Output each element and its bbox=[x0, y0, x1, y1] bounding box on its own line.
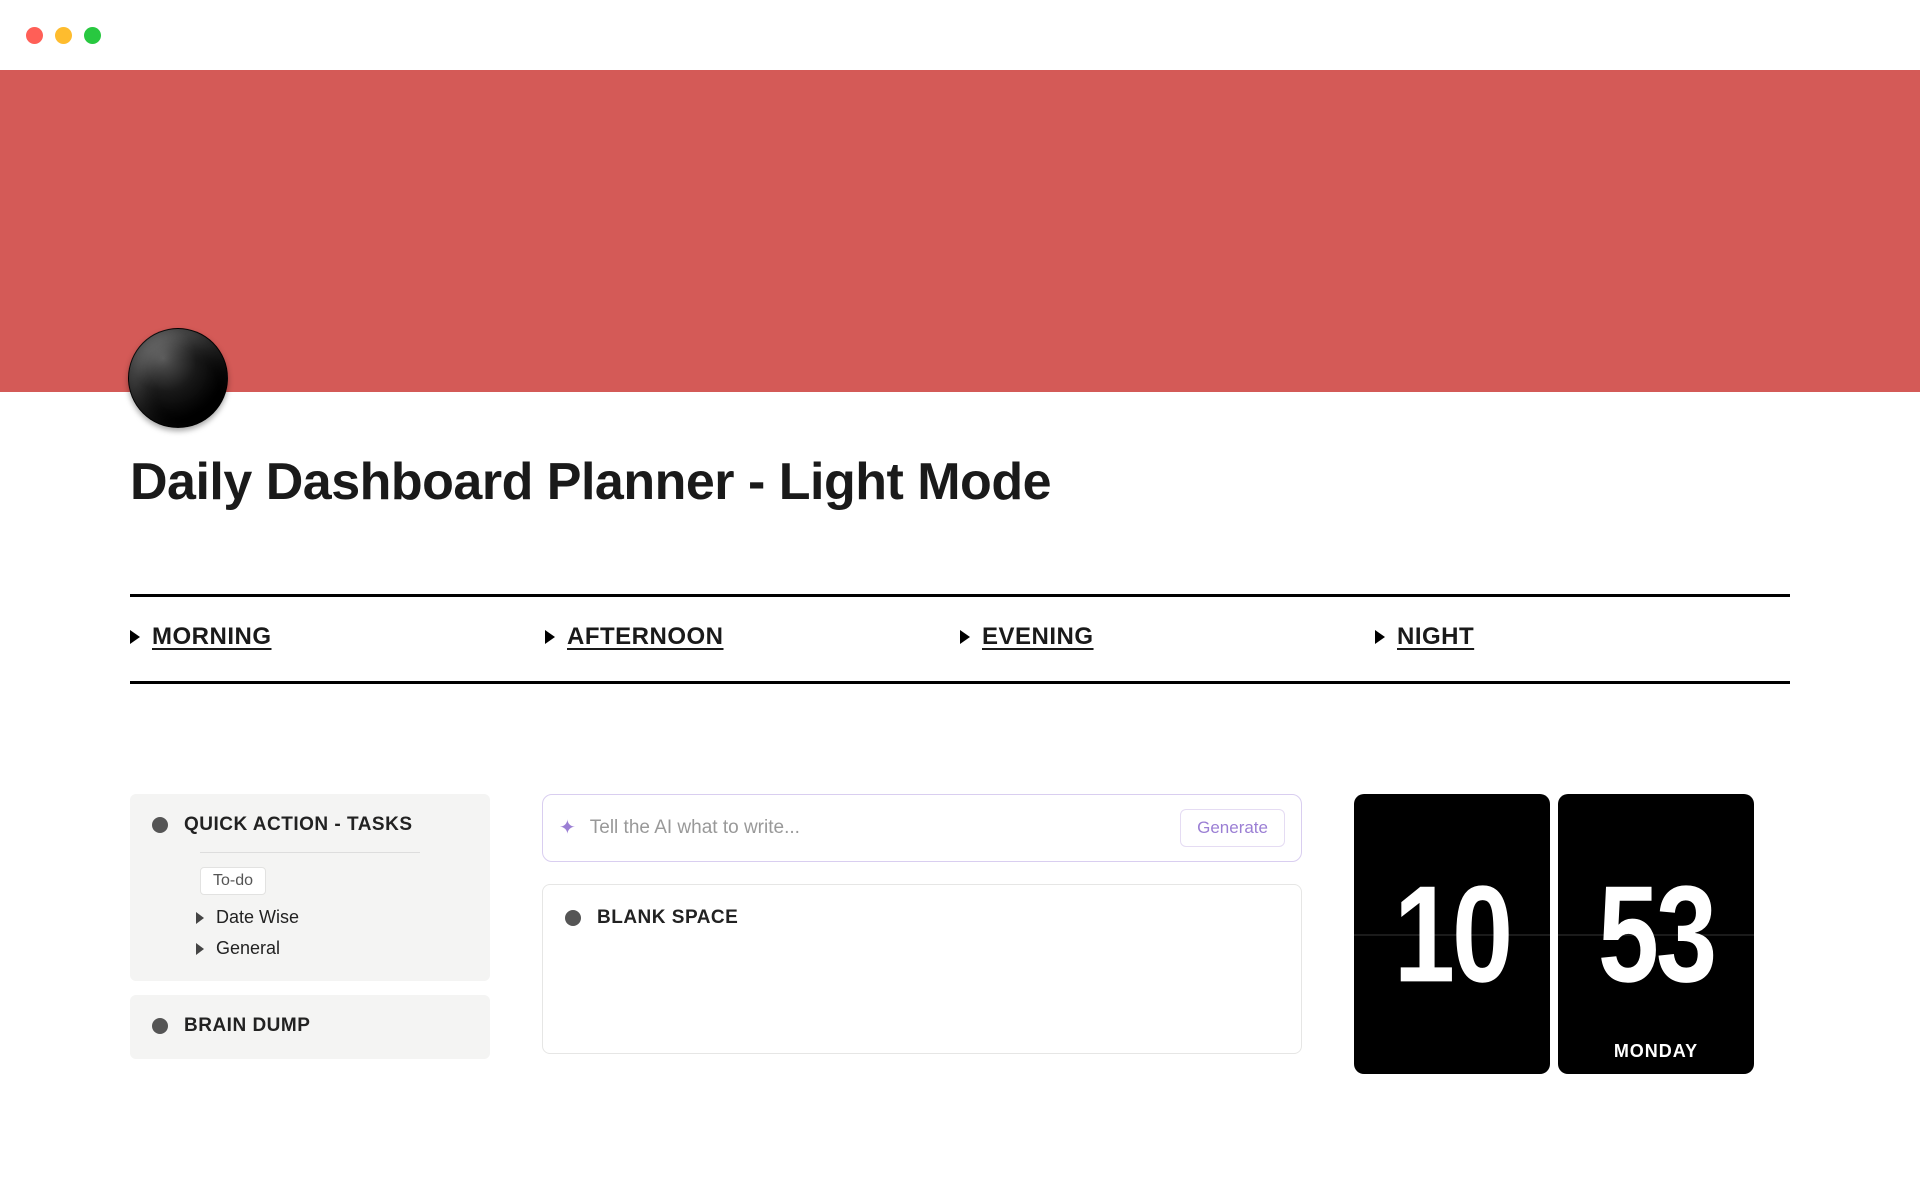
sparkle-icon: ✦ bbox=[559, 818, 576, 838]
card-divider bbox=[200, 852, 420, 853]
time-sections-row: MORNING AFTERNOON EVENING NIGHT bbox=[130, 597, 1790, 681]
divider bbox=[130, 681, 1790, 684]
window-titlebar bbox=[0, 0, 1920, 70]
time-section-label: MORNING bbox=[152, 623, 272, 651]
page-icon[interactable] bbox=[128, 328, 228, 428]
bullet-icon bbox=[565, 910, 581, 926]
ai-prompt-placeholder: Tell the AI what to write... bbox=[590, 817, 1166, 839]
clock-hours-value: 10 bbox=[1394, 855, 1510, 1014]
flip-clock-hours: 10 bbox=[1354, 794, 1550, 1074]
time-section-label: AFTERNOON bbox=[567, 623, 724, 651]
bullet-icon bbox=[152, 817, 168, 833]
quick-action-item-general[interactable]: General bbox=[196, 938, 468, 959]
caret-right-icon bbox=[196, 912, 204, 924]
caret-right-icon bbox=[960, 630, 970, 644]
list-item-label: General bbox=[216, 938, 280, 959]
minimize-window-button[interactable] bbox=[55, 27, 72, 44]
quick-action-title: QUICK ACTION - TASKS bbox=[184, 814, 413, 836]
blank-space-title: BLANK SPACE bbox=[597, 907, 738, 929]
brain-dump-title: BRAIN DUMP bbox=[184, 1015, 310, 1037]
fullscreen-window-button[interactable] bbox=[84, 27, 101, 44]
todo-view-tab[interactable]: To-do bbox=[200, 867, 266, 895]
page-title[interactable]: Daily Dashboard Planner - Light Mode bbox=[130, 392, 1790, 512]
time-section-morning[interactable]: MORNING bbox=[130, 623, 545, 651]
time-section-evening[interactable]: EVENING bbox=[960, 623, 1375, 651]
caret-right-icon bbox=[196, 943, 204, 955]
close-window-button[interactable] bbox=[26, 27, 43, 44]
quick-action-item-date-wise[interactable]: Date Wise bbox=[196, 907, 468, 928]
caret-right-icon bbox=[130, 630, 140, 644]
brain-dump-card: BRAIN DUMP bbox=[130, 995, 490, 1059]
ai-prompt-box[interactable]: ✦ Tell the AI what to write... Generate bbox=[542, 794, 1302, 862]
time-section-afternoon[interactable]: AFTERNOON bbox=[545, 623, 960, 651]
time-section-label: NIGHT bbox=[1397, 623, 1474, 651]
clock-day-label: MONDAY bbox=[1558, 1041, 1754, 1062]
page-cover[interactable] bbox=[0, 70, 1920, 392]
bullet-icon bbox=[152, 1018, 168, 1034]
flip-clock-widget: 10 53 MONDAY bbox=[1354, 794, 1754, 1074]
flip-clock-minutes: 53 MONDAY bbox=[1558, 794, 1754, 1074]
quick-action-card: QUICK ACTION - TASKS To-do Date Wise Gen… bbox=[130, 794, 490, 981]
blank-space-card[interactable]: BLANK SPACE bbox=[542, 884, 1302, 1054]
list-item-label: Date Wise bbox=[216, 907, 299, 928]
generate-button[interactable]: Generate bbox=[1180, 809, 1285, 847]
caret-right-icon bbox=[1375, 630, 1385, 644]
clock-minutes-value: 53 bbox=[1598, 855, 1714, 1014]
time-section-night[interactable]: NIGHT bbox=[1375, 623, 1790, 651]
time-section-label: EVENING bbox=[982, 623, 1094, 651]
caret-right-icon bbox=[545, 630, 555, 644]
